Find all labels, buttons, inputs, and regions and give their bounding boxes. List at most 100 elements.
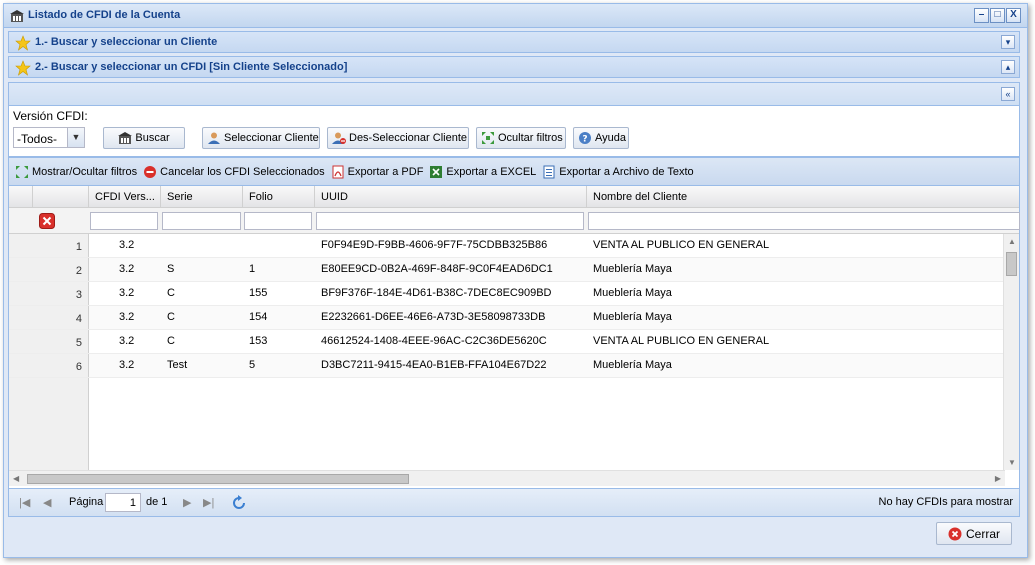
cell-folio: 154 — [249, 311, 268, 323]
ocultar-filtros-button[interactable]: Ocultar filtros — [476, 127, 566, 149]
cell-version: 3.2 — [119, 287, 135, 299]
window-title: Listado de CFDI de la Cuenta — [28, 9, 181, 21]
cell-serie: C — [167, 335, 175, 347]
vertical-scrollbar[interactable]: ▲ ▼ — [1003, 234, 1019, 470]
filter-serie-input[interactable] — [162, 212, 241, 230]
row-number-cell: 2 — [9, 258, 89, 281]
help-icon: ? — [579, 132, 591, 145]
row-number: 4 — [75, 313, 82, 325]
cell-folio: 1 — [249, 263, 256, 275]
cerrar-label: Cerrar — [965, 526, 1000, 541]
export-text-label: Exportar a Archivo de Texto — [559, 165, 694, 178]
accordion-title: 2.- Buscar y seleccionar un CFDI [Sin Cl… — [35, 61, 348, 73]
cell-cliente: VENTA AL PUBLICO EN GENERAL — [593, 239, 770, 251]
window-tools: – □ X — [974, 8, 1021, 23]
table-row[interactable]: 4 3.2 C 154 E2232661-D6EE-46E6-A73D-3E58… — [9, 306, 1005, 330]
table-row[interactable]: 6 3.2 Test 5 D3BC7211-9415-4EA0-B1EB-FFA… — [9, 354, 1005, 378]
cell-version: 3.2 — [119, 263, 135, 275]
prev-page-icon[interactable]: ◀ — [43, 496, 51, 509]
table-row[interactable]: 1 3.2 F0F94E9D-F9BB-4606-9F7F-75CDBB325B… — [9, 234, 1005, 258]
cell-serie: C — [167, 287, 175, 299]
filter-uuid-input[interactable] — [316, 212, 584, 230]
cell-uuid: BF9F376F-184E-4D61-B38C-7DEC8EC909BD — [321, 287, 552, 299]
grid-body: 1 3.2 F0F94E9D-F9BB-4606-9F7F-75CDBB325B… — [9, 234, 1005, 470]
header-checker[interactable] — [9, 186, 33, 208]
export-excel-label: Exportar a EXCEL — [446, 165, 537, 178]
cell-cliente: Mueblería Maya — [593, 311, 672, 323]
table-row[interactable]: 2 3.2 S 1 E80EE9CD-0B2A-469F-848F-9C0F4E… — [9, 258, 1005, 282]
des-seleccionar-cliente-button[interactable]: Des-Seleccionar Cliente — [327, 127, 469, 149]
horizontal-scroll-thumb[interactable] — [27, 474, 409, 484]
header-uuid[interactable]: UUID — [315, 186, 587, 208]
header-cliente[interactable]: Nombre del Cliente — [587, 186, 1021, 208]
grid-toolbar: Mostrar/Ocultar filtros Cancelar los CFD… — [9, 158, 1019, 186]
ayuda-button[interactable]: ? Ayuda — [573, 127, 629, 149]
close-window-button[interactable]: X — [1006, 8, 1021, 23]
user-icon — [208, 132, 220, 144]
cell-uuid: E2232661-D6EE-46E6-A73D-3E58098733DB — [321, 311, 546, 323]
filters-panel: Versión CFDI: -Todos- ▼ Buscar Seleccion… — [8, 106, 1020, 157]
buscar-button[interactable]: Buscar — [103, 127, 185, 149]
collapse-icon[interactable]: ▴ — [1001, 60, 1015, 74]
minimize-button[interactable]: – — [974, 8, 989, 23]
refresh-icon[interactable] — [231, 495, 247, 511]
version-combo[interactable]: -Todos- ▼ — [13, 127, 85, 148]
resize-arrows-icon — [482, 132, 494, 144]
export-pdf-button[interactable]: Exportar a PDF — [331, 165, 424, 179]
cell-folio: 153 — [249, 335, 268, 347]
cell-serie: C — [167, 311, 175, 323]
export-pdf-label: Exportar a PDF — [347, 165, 424, 178]
user-remove-icon — [332, 132, 346, 144]
first-page-icon[interactable]: |◀ — [19, 496, 30, 509]
clear-filters-icon[interactable] — [39, 213, 55, 229]
cancel-cfdi-button[interactable]: Cancelar los CFDI Seleccionados — [143, 165, 325, 179]
row-number: 3 — [75, 289, 82, 301]
accordion-title: 1.- Buscar y seleccionar un Cliente — [35, 36, 218, 48]
cell-folio: 5 — [249, 359, 256, 371]
star-icon — [15, 35, 31, 51]
header-version[interactable]: CFDI Vers... — [89, 186, 161, 208]
table-row[interactable]: 5 3.2 C 153 46612524-1408-4EEE-96AC-C2C3… — [9, 330, 1005, 354]
building-icon — [118, 132, 133, 144]
filter-folio-input[interactable] — [244, 212, 312, 230]
scroll-down-icon[interactable]: ▼ — [1008, 458, 1016, 467]
collapse-panel-icon[interactable]: « — [1001, 87, 1015, 101]
table-row[interactable]: 3 3.2 C 155 BF9F376F-184E-4D61-B38C-7DEC… — [9, 282, 1005, 306]
toggle-filters-button[interactable]: Mostrar/Ocultar filtros — [15, 165, 137, 179]
expand-icon[interactable]: ▾ — [1001, 35, 1015, 49]
page-number-input[interactable]: 1 — [105, 493, 141, 512]
export-text-button[interactable]: Exportar a Archivo de Texto — [542, 165, 694, 179]
scroll-left-icon[interactable]: ◀ — [13, 474, 19, 483]
scroll-up-icon[interactable]: ▲ — [1008, 237, 1016, 246]
scroll-right-icon[interactable]: ▶ — [995, 474, 1001, 483]
page-of-label: de 1 — [146, 496, 168, 508]
cell-uuid: F0F94E9D-F9BB-4606-9F7F-75CDBB325B86 — [321, 239, 548, 251]
cell-version: 3.2 — [119, 311, 135, 323]
close-icon — [948, 527, 962, 540]
cerrar-button[interactable]: Cerrar — [936, 522, 1012, 545]
cell-cliente: VENTA AL PUBLICO EN GENERAL — [593, 335, 770, 347]
export-excel-button[interactable]: Exportar a EXCEL — [429, 165, 536, 179]
last-page-icon[interactable]: ▶| — [203, 496, 214, 509]
cell-cliente: Mueblería Maya — [593, 263, 672, 275]
cell-uuid: D3BC7211-9415-4EA0-B1EB-FFA104E67D22 — [321, 359, 547, 371]
page-label: Página — [69, 496, 104, 508]
vertical-scroll-thumb[interactable] — [1006, 252, 1017, 276]
building-icon — [10, 10, 24, 22]
chevron-down-icon[interactable]: ▼ — [67, 128, 84, 147]
star-icon — [15, 60, 31, 76]
cell-version: 3.2 — [119, 335, 135, 347]
horizontal-scrollbar[interactable]: ◀ ▶ — [9, 470, 1005, 486]
header-folio[interactable]: Folio — [243, 186, 315, 208]
header-serie[interactable]: Serie — [161, 186, 243, 208]
filter-version-input[interactable] — [90, 212, 158, 230]
maximize-button[interactable]: □ — [990, 8, 1005, 23]
window-header[interactable]: Listado de CFDI de la Cuenta – □ X — [4, 4, 1027, 28]
accordion-buscar-cliente[interactable]: 1.- Buscar y seleccionar un Cliente ▾ — [8, 31, 1020, 53]
accordion-buscar-cfdi[interactable]: 2.- Buscar y seleccionar un CFDI [Sin Cl… — [8, 56, 1020, 78]
row-number: 2 — [75, 265, 82, 277]
filter-cliente-input[interactable] — [588, 212, 1020, 230]
seleccionar-cliente-button[interactable]: Seleccionar Cliente — [202, 127, 320, 149]
cell-uuid: E80EE9CD-0B2A-469F-848F-9C0F4EAD6DC1 — [321, 263, 553, 275]
next-page-icon[interactable]: ▶ — [183, 496, 191, 509]
